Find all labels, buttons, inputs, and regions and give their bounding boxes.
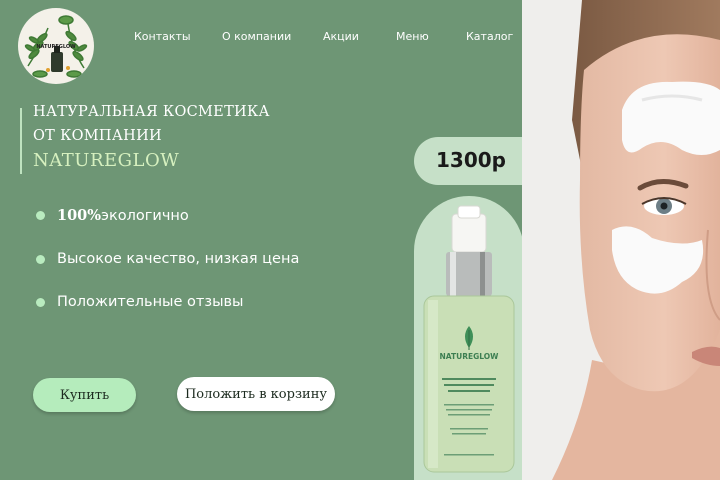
feature-eco-text: экологично bbox=[101, 208, 189, 224]
feature-reviews-text: Положительные отзывы bbox=[57, 294, 244, 310]
add-to-cart-button[interactable]: Положить в корзину bbox=[177, 377, 335, 411]
nav-promotions[interactable]: Акции bbox=[323, 30, 359, 43]
hero-brand-name: NATUREGLOW bbox=[33, 150, 180, 171]
bullet-dot-icon bbox=[36, 297, 45, 307]
feature-quality-text: Высокое качество, низкая цена bbox=[57, 251, 300, 267]
buy-button[interactable]: Купить bbox=[33, 378, 136, 412]
feature-quality: Высокое качество, низкая цена bbox=[36, 251, 299, 267]
hero-title-line2: ОТ КОМПАНИИ bbox=[33, 128, 162, 144]
hero-title-line1: НАТУРАЛЬНАЯ КОСМЕТИКА bbox=[33, 104, 270, 120]
bullet-dot-icon bbox=[36, 254, 45, 264]
headline-accent-bar bbox=[20, 108, 22, 174]
bullet-dot-icon bbox=[36, 211, 45, 220]
nav-catalog[interactable]: Каталог bbox=[466, 30, 513, 43]
feature-eco-percent: 100% bbox=[57, 207, 102, 224]
serum-bottle-icon bbox=[423, 205, 515, 473]
nav-menu[interactable]: Меню bbox=[396, 30, 429, 43]
model-portrait bbox=[522, 0, 720, 480]
price-value: 1300р bbox=[436, 148, 506, 172]
woman-face-mask-image bbox=[522, 0, 720, 480]
bottle-brand-label: NATUREGLOW bbox=[439, 352, 499, 361]
feature-eco: 100%экологично bbox=[36, 207, 189, 224]
main-nav: Контакты О компании Акции Меню Каталог bbox=[0, 30, 520, 50]
feature-reviews: Положительные отзывы bbox=[36, 294, 244, 310]
logo-text: NATUREGLOW bbox=[36, 44, 76, 50]
product-card[interactable]: NATUREGLOW bbox=[414, 196, 524, 480]
nav-about[interactable]: О компании bbox=[222, 30, 291, 43]
nav-contacts[interactable]: Контакты bbox=[134, 30, 191, 43]
